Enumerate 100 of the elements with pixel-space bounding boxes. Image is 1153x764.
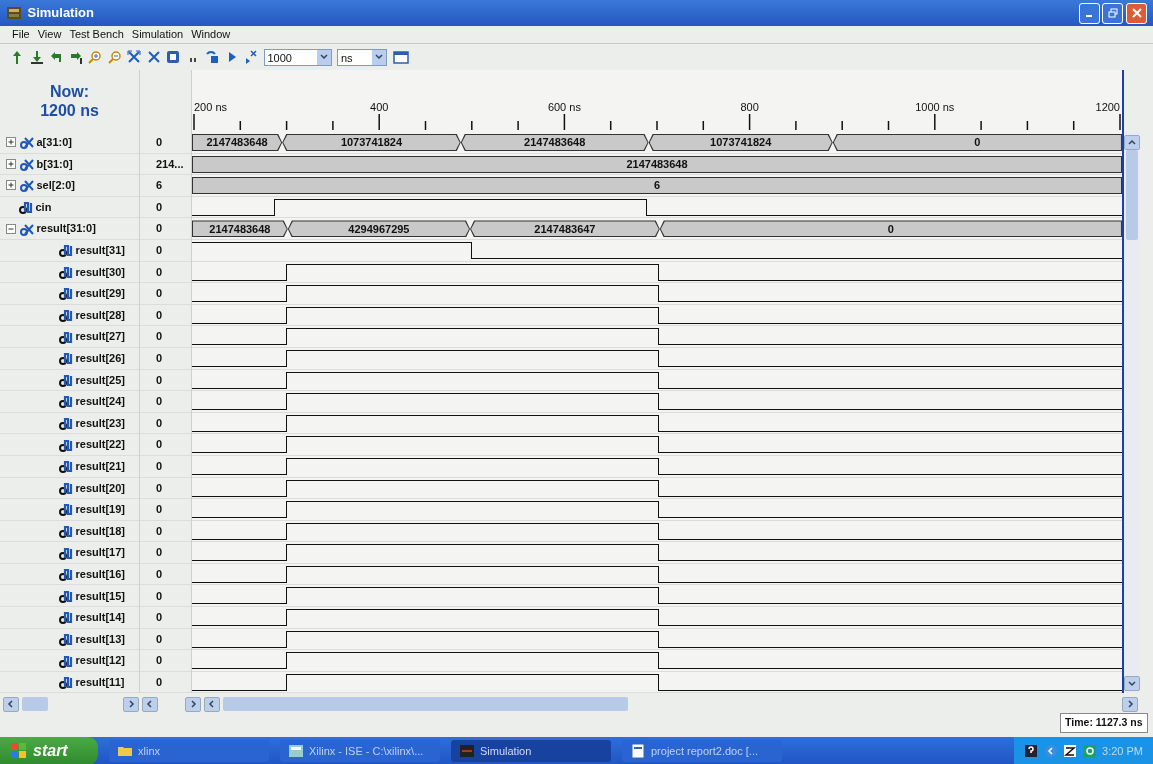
bit-icon xyxy=(57,437,73,452)
arrow-left-icon[interactable] xyxy=(49,50,63,64)
signal-name[interactable]: result[31:0] xyxy=(36,220,96,237)
signal-name[interactable]: result[21] xyxy=(75,457,126,475)
signal-value: 0 xyxy=(155,307,163,323)
signal-value: 214... xyxy=(155,156,184,172)
restore-icon[interactable] xyxy=(1107,8,1118,18)
signal-name[interactable]: a[31:0] xyxy=(36,134,72,151)
signal-name[interactable]: cin xyxy=(35,198,52,216)
bit-icon xyxy=(57,588,73,603)
app-icon xyxy=(6,5,22,21)
taskbar-item[interactable]: project report2.doc [... xyxy=(622,739,782,762)
menu-item[interactable]: File xyxy=(8,26,34,43)
start-button[interactable]: start xyxy=(0,736,98,764)
zoom-out-icon[interactable] xyxy=(107,50,122,64)
taskbar-item[interactable]: Xilinx - ISE - C:\xilinx\... xyxy=(280,739,440,762)
signal-value: 0 xyxy=(155,458,163,474)
expand-toggle[interactable] xyxy=(6,223,16,234)
signal-value: 0 xyxy=(155,329,163,345)
scrollbar-thumb[interactable] xyxy=(222,697,628,712)
taskbar-item[interactable]: Simulation xyxy=(451,739,611,762)
document-icon xyxy=(630,742,646,759)
signal-name[interactable]: result[30] xyxy=(75,263,126,281)
taskbar-item[interactable]: xlinx xyxy=(109,739,269,762)
signal-name[interactable]: result[16] xyxy=(75,565,126,583)
signal-name[interactable]: b[31:0] xyxy=(36,155,73,173)
cursor-time: Time: 1127.3 ns xyxy=(1060,713,1148,734)
tray-app-icon[interactable] xyxy=(1063,743,1078,758)
signal-name[interactable]: result[13] xyxy=(75,630,126,648)
signal-name[interactable]: result[23] xyxy=(75,414,126,432)
signal-value: 0 xyxy=(155,264,163,280)
signal-value: 0 xyxy=(155,502,163,518)
menu-item[interactable]: Simulation xyxy=(127,26,188,43)
restore-button[interactable] xyxy=(1102,2,1124,24)
signal-value: 0 xyxy=(155,523,163,539)
run-time-field[interactable]: 1000 xyxy=(263,48,332,66)
ruler-label: 200 ns xyxy=(194,101,228,113)
help-icon[interactable] xyxy=(1024,743,1039,758)
bus-segment: 0 xyxy=(659,220,1122,238)
ruler-label: 1200 xyxy=(1095,101,1120,113)
signal-value: 0 xyxy=(155,610,163,626)
bit-icon xyxy=(57,286,73,301)
marker-icon[interactable] xyxy=(166,50,180,64)
signal-value: 0 xyxy=(155,588,163,604)
restart-icon[interactable] xyxy=(205,50,219,64)
bus-segment: 2147483648 xyxy=(192,220,288,238)
scrollbar-thumb[interactable] xyxy=(21,697,48,712)
close-icon[interactable] xyxy=(1131,8,1142,18)
ruler-label: 600 ns xyxy=(547,101,581,113)
signal-name[interactable]: result[17] xyxy=(75,544,126,561)
signal-name[interactable]: result[11] xyxy=(75,673,125,691)
signal-name[interactable]: result[18] xyxy=(75,522,126,540)
caret-icon[interactable] xyxy=(374,52,384,62)
minimize-button[interactable] xyxy=(1078,2,1100,24)
time-unit-dropdown[interactable]: ns xyxy=(337,48,387,66)
signal-name[interactable]: sel[2:0] xyxy=(36,177,76,194)
bit-icon xyxy=(57,610,73,625)
signal-name[interactable]: result[26] xyxy=(75,350,126,367)
signal-name[interactable]: result[29] xyxy=(75,285,126,302)
expand-toggle[interactable] xyxy=(6,137,16,148)
scrollbar-thumb[interactable] xyxy=(1126,149,1138,240)
expand-toggle[interactable] xyxy=(6,158,16,169)
current-time: 1200 ns xyxy=(40,101,99,120)
menu-item[interactable]: View xyxy=(33,26,66,43)
signal-name[interactable]: result[28] xyxy=(75,306,126,324)
arrow-right-icon[interactable] xyxy=(68,50,83,64)
menu-item[interactable]: Test Bench xyxy=(65,26,128,43)
signal-name[interactable]: result[20] xyxy=(75,479,126,497)
bit-icon xyxy=(57,675,73,690)
signal-value: 0 xyxy=(155,437,163,453)
zoom-fit-icon[interactable] xyxy=(127,50,141,64)
zoom-full-icon[interactable] xyxy=(146,50,161,64)
caret-icon[interactable] xyxy=(318,52,329,62)
arrow-down-icon[interactable] xyxy=(29,50,44,64)
signal-name[interactable]: result[14] xyxy=(75,609,126,626)
bit-icon xyxy=(57,264,73,279)
signal-name[interactable]: result[15] xyxy=(75,587,126,604)
expand-toggle[interactable] xyxy=(6,180,16,191)
close-button[interactable] xyxy=(1126,2,1147,24)
signal-name[interactable]: result[12] xyxy=(75,652,126,669)
signal-value: 0 xyxy=(155,221,163,237)
signal-name[interactable]: result[27] xyxy=(75,328,126,345)
ruler-label: 1000 ns xyxy=(915,101,955,113)
signal-value: 0 xyxy=(155,545,163,561)
bus-segment: 1073741824 xyxy=(282,134,461,151)
step-icon[interactable] xyxy=(244,50,258,64)
signal-name[interactable]: result[25] xyxy=(75,371,126,389)
arrow-up-icon[interactable] xyxy=(10,50,24,64)
bit-icon xyxy=(17,200,33,215)
signal-value: 0 xyxy=(155,135,163,151)
signal-name[interactable]: result[19] xyxy=(75,501,126,518)
now-label: Now: xyxy=(49,82,90,101)
signal-name[interactable]: result[22] xyxy=(75,436,126,453)
menu-item[interactable]: Window xyxy=(187,26,235,43)
bus-icon xyxy=(18,178,34,193)
window-icon[interactable] xyxy=(392,50,409,64)
bus-segment: 1073741824 xyxy=(648,134,833,151)
signal-name[interactable]: result[24] xyxy=(75,393,126,410)
zoom-in-icon[interactable] xyxy=(88,50,102,64)
signal-name[interactable]: result[31] xyxy=(75,242,126,259)
